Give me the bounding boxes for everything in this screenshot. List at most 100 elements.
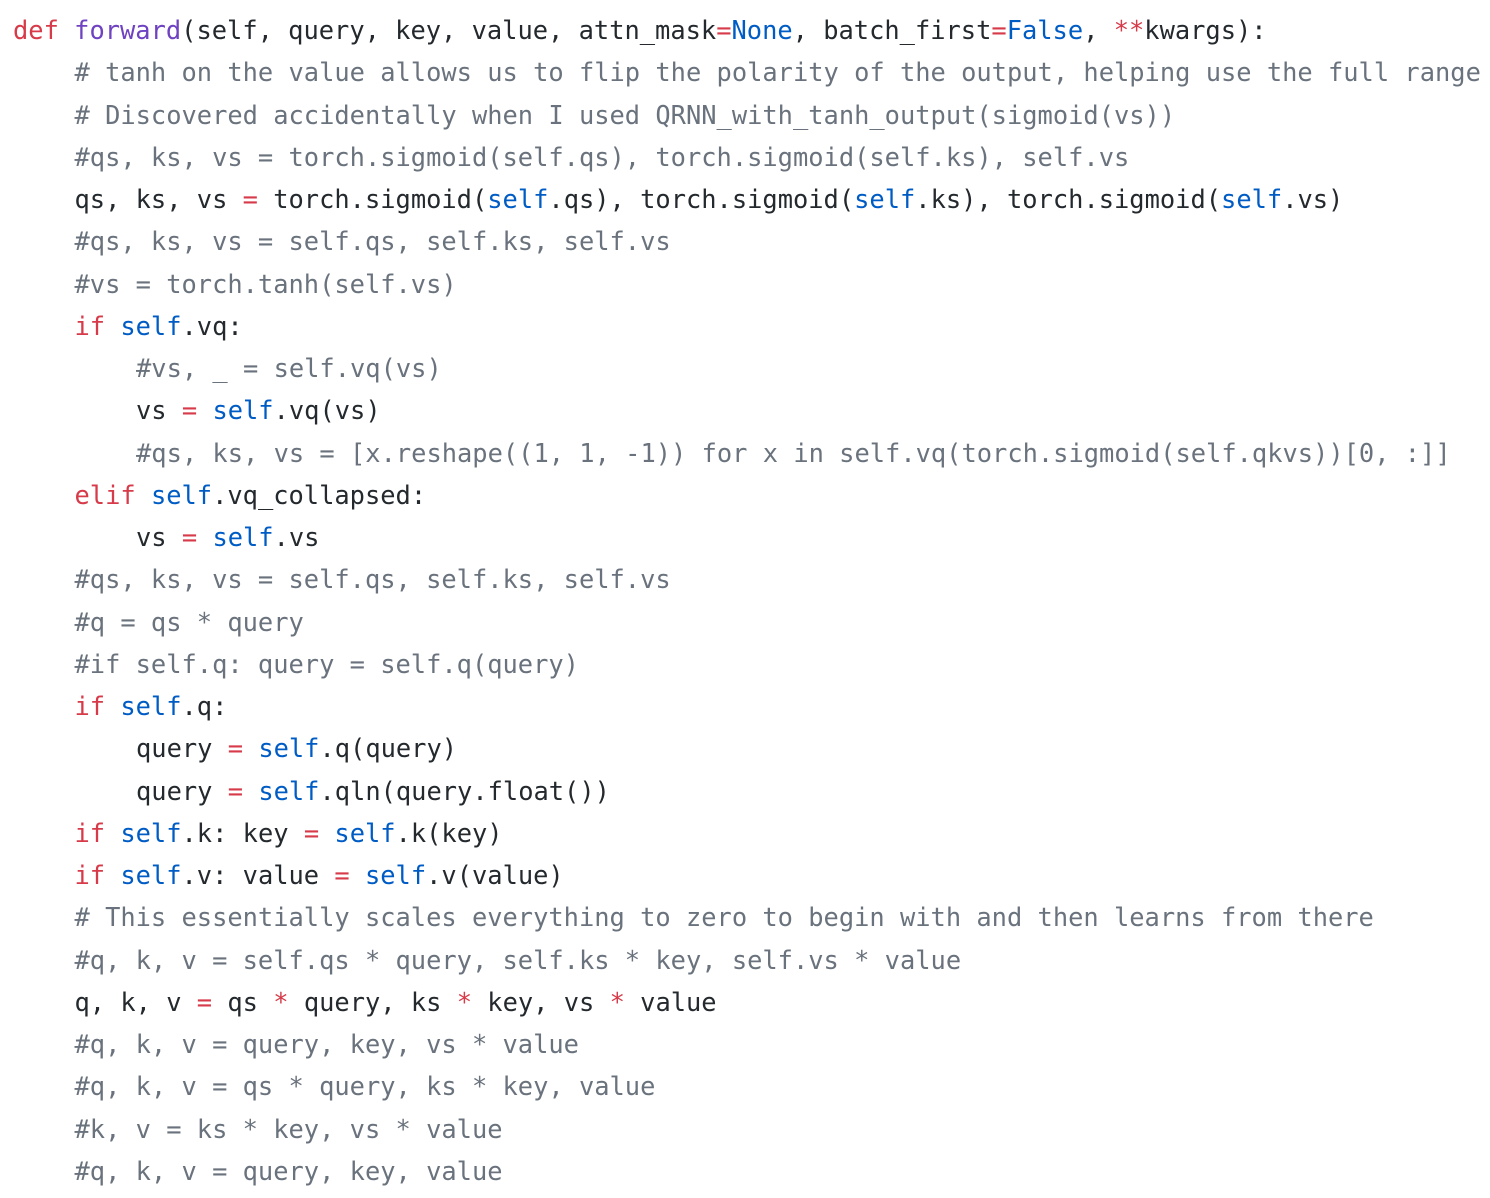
code-token: vs — [136, 395, 182, 426]
code-token: self — [487, 184, 549, 214]
code-token: #vs, _ = self.vq(vs) — [136, 353, 442, 383]
code-token: .q(query) — [319, 733, 458, 764]
code-token: .qln(query.float()) — [319, 775, 610, 806]
code-token: #qs, ks, vs = self.qs, self.ks, self.vs — [74, 564, 671, 595]
code-token: self — [854, 184, 916, 214]
code-token: def — [13, 15, 75, 45]
code-token: * — [273, 986, 289, 1017]
code-line: qs, ks, vs = torch.sigmoid(self.qs), tor… — [75, 178, 1344, 220]
code-token: if — [74, 310, 121, 341]
code-token: elif — [74, 479, 151, 510]
code-token: qs — [212, 986, 274, 1017]
code-token: if — [74, 860, 121, 890]
code-token: .vq(vs) — [273, 395, 381, 426]
code-token: .vq_collapsed: — [212, 479, 427, 510]
code-token: .v(value) — [426, 860, 564, 890]
code-token: = — [181, 522, 198, 552]
code-line: # Discovered accidentally when I used QR… — [75, 94, 1176, 136]
code-line: vs = self.vs — [136, 516, 319, 558]
code-line: q, k, v = qs * query, ks * key, vs * val… — [75, 981, 717, 1023]
code-token: = — [303, 817, 320, 848]
code-token: = — [242, 184, 258, 214]
code-token: #q = qs * query — [74, 606, 304, 637]
code-line: query = self.q(query) — [136, 727, 457, 769]
code-token: (self, query, key, value, attn_mask — [181, 15, 717, 45]
code-line: if self.q: — [75, 685, 228, 727]
code-token: query — [136, 775, 228, 806]
code-token: forward — [74, 15, 182, 45]
code-line: #if self.q: query = self.q(query) — [75, 643, 579, 685]
code-line: #vs, _ = self.vq(vs) — [136, 347, 442, 389]
code-token: self — [120, 691, 182, 721]
code-token: .vs — [273, 522, 320, 552]
code-token: #q, k, v = qs * query, ks * key, value — [74, 1071, 656, 1102]
code-token: = — [227, 733, 244, 764]
code-token: qs, ks, vs — [74, 184, 243, 214]
code-token: .k: key — [181, 817, 304, 848]
code-line: #vs = torch.tanh(self.vs) — [75, 263, 457, 305]
code-token: .k(key) — [395, 817, 503, 848]
code-line: elif self.vq_collapsed: — [75, 474, 427, 516]
code-token: #qs, ks, vs = [x.reshape((1, 1, -1)) for… — [136, 437, 1451, 468]
code-token: #qs, ks, vs = torch.sigmoid(self.qs), to… — [74, 141, 1130, 172]
code-token: = — [716, 15, 732, 45]
code-token: #k, v = ks * key, vs * value — [74, 1113, 503, 1144]
code-token: .q: — [181, 691, 228, 721]
code-token: * — [609, 986, 625, 1017]
code-line: #qs, ks, vs = self.qs, self.ks, self.vs — [75, 558, 671, 600]
code-token: #q, k, v = query, key, value — [74, 1155, 503, 1186]
code-token: self — [150, 479, 213, 510]
code-token: self — [364, 860, 427, 890]
code-line: # This essentially scales everything to … — [75, 896, 1374, 938]
code-token: ** — [1113, 15, 1145, 45]
code-token: query — [136, 733, 228, 764]
code-line: #q, k, v = qs * query, ks * key, value — [75, 1065, 656, 1107]
code-token: # Discovered accidentally when I used QR… — [74, 99, 1176, 130]
code-token: .v: value — [181, 860, 335, 890]
code-line: def forward(self, query, key, value, att… — [13, 9, 1267, 51]
code-token: * — [456, 986, 472, 1017]
code-line: #qs, ks, vs = self.qs, self.ks, self.vs — [75, 220, 671, 262]
code-token: #qs, ks, vs = self.qs, self.ks, self.vs — [74, 226, 671, 257]
code-token: kwargs): — [1144, 15, 1267, 45]
code-line: if self.vq: — [75, 305, 243, 347]
code-token: #q, k, v = query, key, vs * value — [74, 1029, 579, 1059]
code-view: def forward(self, query, key, value, att… — [0, 0, 1490, 1198]
code-token: None — [731, 15, 793, 45]
code-token: = — [181, 395, 198, 426]
code-token: # tanh on the value allows us to flip th… — [74, 57, 1481, 88]
code-token: #q, k, v = self.qs * query, self.ks * ke… — [74, 944, 962, 975]
code-line: #q, k, v = self.qs * query, self.ks * ke… — [75, 939, 962, 981]
code-token: # This essentially scales everything to … — [74, 902, 1374, 933]
code-token: = — [334, 860, 350, 890]
code-line: if self.v: value = self.v(value) — [75, 854, 564, 896]
code-line: if self.k: key = self.k(key) — [75, 812, 503, 854]
code-token: self — [258, 733, 320, 764]
code-token: self — [120, 817, 182, 848]
code-token: self — [258, 775, 320, 806]
code-token: if — [74, 817, 121, 848]
code-token: torch.sigmoid( — [257, 184, 488, 214]
code-token: query, ks — [288, 986, 457, 1017]
code-token: #if self.q: query = self.q(query) — [74, 648, 579, 679]
code-token: self — [212, 395, 274, 426]
code-token: self — [120, 310, 182, 341]
code-line: #qs, ks, vs = [x.reshape((1, 1, -1)) for… — [136, 432, 1451, 474]
code-token: self — [212, 522, 274, 552]
code-token: , — [1083, 15, 1114, 45]
code-token: value — [624, 986, 717, 1017]
code-line: #q, k, v = query, key, value — [75, 1150, 503, 1192]
code-token: .ks), torch.sigmoid( — [915, 184, 1222, 214]
code-token: self — [1221, 184, 1283, 214]
code-token: vs — [136, 522, 182, 552]
code-line: query = self.qln(query.float()) — [136, 770, 610, 812]
code-token: q, k, v — [74, 986, 197, 1017]
code-token: , batch_first — [792, 15, 992, 45]
code-token: key, vs — [472, 986, 610, 1017]
code-token: #vs = torch.tanh(self.vs) — [74, 268, 457, 299]
code-line: #q, k, v = query, key, vs * value — [75, 1023, 579, 1065]
